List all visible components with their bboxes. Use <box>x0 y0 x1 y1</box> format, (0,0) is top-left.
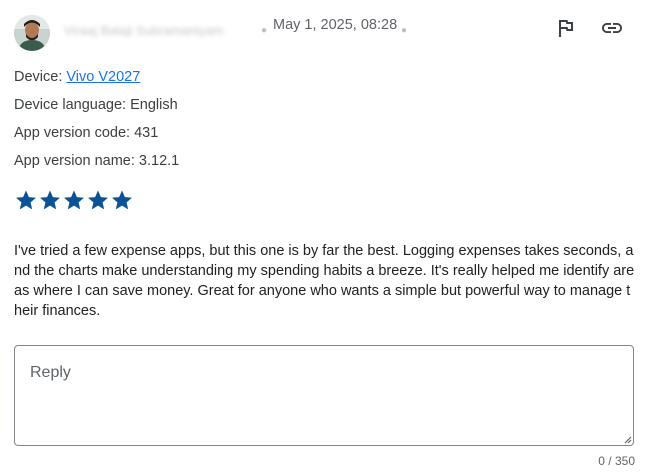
device-link[interactable]: Vivo V2027 <box>66 69 140 85</box>
star-icon <box>64 190 84 210</box>
flag-icon <box>559 20 573 37</box>
app-version-name: App version name: 3.12.1 <box>14 153 180 169</box>
app-version-code: App version code: 431 <box>14 125 159 141</box>
reply-field[interactable] <box>14 345 634 446</box>
flag-button[interactable] <box>554 16 578 40</box>
copy-link-button[interactable] <box>600 16 624 40</box>
review-date: May 1, 2025, 08:28 <box>273 17 398 33</box>
resize-handle-icon[interactable] <box>622 434 632 444</box>
character-counter: 0 / 350 <box>598 454 635 468</box>
star-icon <box>112 190 132 210</box>
device-label: Device: <box>14 69 67 85</box>
avatar <box>14 15 50 51</box>
avatar-image <box>14 15 50 51</box>
author-name: Viraaj Balaji Subramaniyam <box>64 24 224 38</box>
separator-dot: ● <box>401 25 408 36</box>
device-info: Device: Vivo V2027 <box>14 69 140 85</box>
review-text: I've tried a few expense apps, but this … <box>14 243 635 319</box>
device-language: Device language: English <box>14 97 178 113</box>
star-icon <box>16 190 36 210</box>
star-icon <box>40 190 60 210</box>
link-icon <box>602 23 622 33</box>
separator-dot: ● <box>261 25 268 36</box>
review-header: Viraaj Balaji Subramaniyam ● May 1, 2025… <box>14 12 639 52</box>
reply-input[interactable] <box>15 346 633 445</box>
star-rating <box>14 188 134 212</box>
star-icon <box>88 190 108 210</box>
